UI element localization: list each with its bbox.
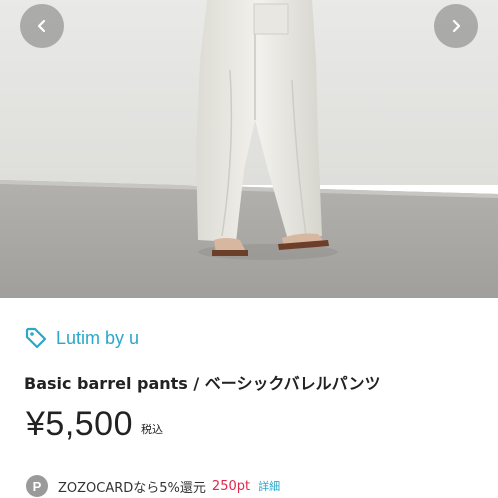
next-image-button[interactable] xyxy=(434,4,478,48)
price-amount: ¥5,500 xyxy=(26,405,133,443)
points-text: ZOZOCARDなら5%還元 xyxy=(58,480,206,496)
product-info: Lutim by u Basic barrel pants / ベーシックバレル… xyxy=(0,298,498,498)
points-info: P ZOZOCARDなら5%還元 250pt 詳細 xyxy=(26,475,280,497)
product-image[interactable] xyxy=(0,0,498,298)
points-badge-icon: P xyxy=(26,475,48,497)
brand-name: Lutim by u xyxy=(56,327,140,348)
chevron-left-icon xyxy=(37,19,46,33)
points-detail-link[interactable]: 詳細 xyxy=(258,478,280,494)
previous-image-button[interactable] xyxy=(20,4,64,48)
product-title: Basic barrel pants / ベーシックバレルパンツ xyxy=(24,374,381,393)
chevron-right-icon xyxy=(452,19,461,33)
brand-link[interactable]: Lutim by u xyxy=(24,326,139,350)
price-block: ¥5,500 税込 xyxy=(26,404,163,444)
tax-label: 税込 xyxy=(141,423,163,436)
product-photo xyxy=(0,0,498,298)
points-amount: 250pt xyxy=(211,478,251,494)
tag-icon xyxy=(25,327,47,349)
